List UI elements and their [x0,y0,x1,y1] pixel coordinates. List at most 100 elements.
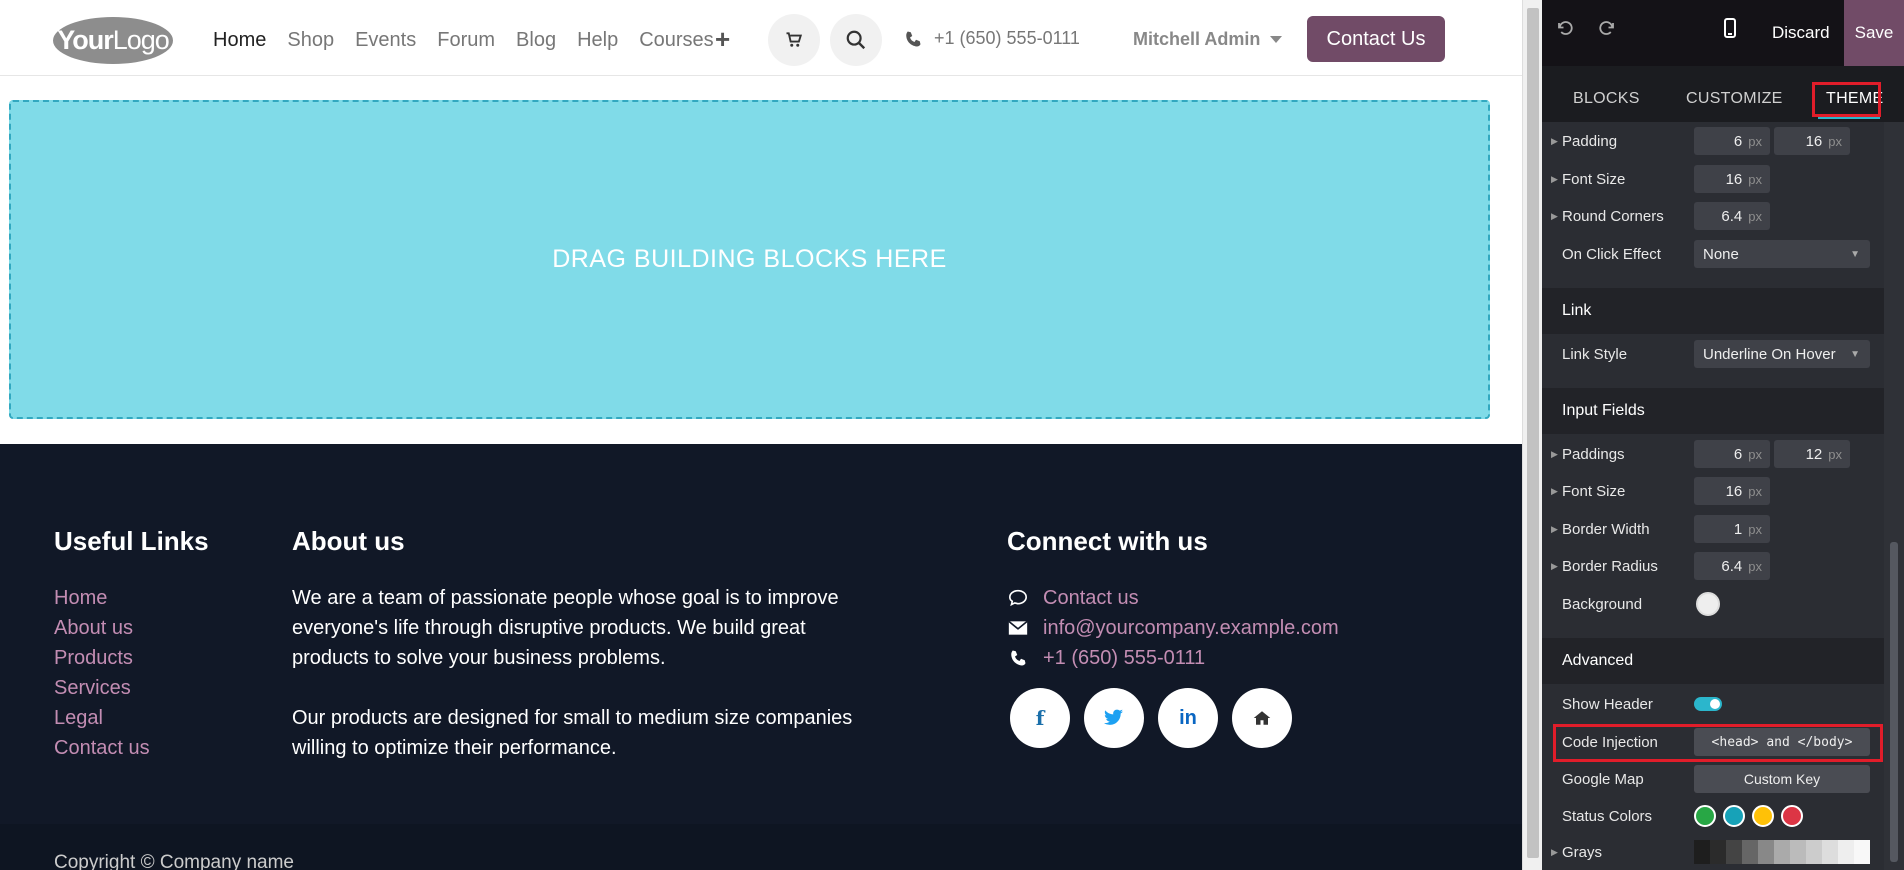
font-size-input[interactable]: 16 px [1694,165,1770,193]
border-width-row: ▶ Border Width 1 px [1542,511,1884,547]
link-section-title: Link [1562,302,1592,319]
on-click-effect-select[interactable]: None ▼ [1694,240,1870,268]
connect-title: Connect with us [1007,526,1208,556]
site-scrollbar[interactable] [1522,0,1542,870]
tab-customize[interactable]: CUSTOMIZE [1686,90,1783,108]
nav-help[interactable]: Help [577,28,618,52]
redo-button[interactable] [1598,20,1616,44]
comment-icon [1008,589,1028,607]
redo-icon [1599,21,1614,35]
connect-phone-link[interactable]: +1 (650) 555-0111 [1043,643,1205,673]
link-style-select[interactable]: Underline On Hover ▼ [1694,340,1870,368]
code-injection-highlight [1553,724,1883,762]
facebook-button[interactable]: f [1010,688,1070,748]
nav-events[interactable]: Events [355,28,416,52]
phone-icon [906,31,921,46]
input-font-size-input[interactable]: 16 px [1694,477,1770,505]
paddings-y-input[interactable]: 6 px [1694,440,1770,468]
mobile-icon [1724,18,1736,38]
footer-link-about[interactable]: About us [54,613,209,643]
save-button[interactable]: Save [1844,0,1904,66]
paddings-label: Paddings [1562,445,1625,463]
connect-phone-row[interactable]: +1 (650) 555-0111 [1007,643,1339,673]
link-style-value: Underline On Hover [1703,345,1836,363]
header-phone[interactable]: +1 (650) 555-0111 [904,28,1080,49]
social-buttons: f in [1010,688,1292,748]
google-map-custom-key-button[interactable]: Custom Key [1694,765,1870,793]
cart-button[interactable] [768,14,820,66]
gray-swatch[interactable] [1806,840,1822,864]
contact-us-button[interactable]: Contact Us [1307,16,1445,62]
paddings-y-unit: px [1748,446,1762,462]
paddings-x-input[interactable]: 12 px [1774,440,1850,468]
panel-scrollbar[interactable] [1884,122,1904,870]
linkedin-button[interactable]: in [1158,688,1218,748]
home-button[interactable] [1232,688,1292,748]
twitter-button[interactable] [1084,688,1144,748]
on-click-effect-row: On Click Effect None ▼ [1542,236,1884,272]
connect-email-link[interactable]: info@yourcompany.example.com [1043,613,1339,643]
gray-swatch[interactable] [1694,840,1710,864]
font-size-unit: px [1748,171,1762,187]
footer-link-contact[interactable]: Contact us [54,733,209,763]
gray-swatch[interactable] [1758,840,1774,864]
mobile-preview-button[interactable] [1724,18,1736,43]
gray-swatch[interactable] [1838,840,1854,864]
search-button[interactable] [830,14,882,66]
gray-swatch[interactable] [1710,840,1726,864]
gray-swatch[interactable] [1822,840,1838,864]
site-scrollbar-thumb[interactable] [1527,8,1539,858]
padding-x-input[interactable]: 16 px [1774,127,1850,155]
padding-x-unit: px [1828,133,1842,149]
undo-icon [1558,21,1573,35]
gray-swatch[interactable] [1726,840,1742,864]
grays-row: ▶ Grays [1542,834,1884,870]
user-menu[interactable]: Mitchell Admin [1133,29,1283,50]
undo-button[interactable] [1556,20,1574,44]
gray-swatch[interactable] [1774,840,1790,864]
facebook-icon: f [1035,706,1045,730]
nav-shop[interactable]: Shop [287,28,334,52]
google-map-label: Google Map [1562,770,1644,788]
status-color-swatch[interactable] [1694,805,1716,827]
add-menu-item-button[interactable]: + [715,25,730,53]
gray-swatch[interactable] [1742,840,1758,864]
site-logo[interactable]: YourLogo [53,17,173,64]
footer-link-products[interactable]: Products [54,643,209,673]
grays-label: Grays [1562,843,1603,861]
paddings-x-unit: px [1828,446,1842,462]
gray-swatch[interactable] [1790,840,1806,864]
footer-link-home[interactable]: Home [54,583,209,613]
link-section-header: Link [1542,288,1884,334]
site-footer: Useful Links Home About us Products Serv… [0,444,1522,870]
input-font-size-value: 16 [1725,482,1743,500]
status-color-swatch[interactable] [1723,805,1745,827]
show-header-toggle[interactable] [1694,697,1722,711]
border-width-input[interactable]: 1 px [1694,515,1770,543]
editor-panel: Discard Save BLOCKS CUSTOMIZE THEME ▶ Pa… [1542,0,1904,870]
border-width-value: 1 [1733,520,1743,538]
font-size-row: ▶ Font Size 16 px [1542,161,1884,197]
status-color-swatch[interactable] [1752,805,1774,827]
tab-blocks[interactable]: BLOCKS [1573,90,1640,108]
status-color-swatch[interactable] [1781,805,1803,827]
nav-home[interactable]: Home [213,28,266,52]
connect-contact-row[interactable]: Contact us [1007,583,1339,613]
border-radius-input[interactable]: 6.4 px [1694,552,1770,580]
footer-link-legal[interactable]: Legal [54,703,209,733]
drop-zone[interactable]: DRAG BUILDING BLOCKS HERE [9,100,1490,419]
connect-contact-link[interactable]: Contact us [1043,583,1139,613]
nav-forum[interactable]: Forum [437,28,495,52]
round-corners-input[interactable]: 6.4 px [1694,202,1770,230]
gray-swatch[interactable] [1854,840,1870,864]
connect-email-row[interactable]: info@yourcompany.example.com [1007,613,1339,643]
nav-blog[interactable]: Blog [516,28,556,52]
nav-courses[interactable]: Courses [639,28,713,52]
theme-tab-highlight [1812,82,1881,117]
background-color-picker[interactable] [1696,592,1720,616]
border-radius-label: Border Radius [1562,557,1658,575]
padding-y-input[interactable]: 6 px [1694,127,1770,155]
panel-scrollbar-thumb[interactable] [1890,542,1898,862]
discard-button[interactable]: Discard [1772,23,1830,43]
footer-link-services[interactable]: Services [54,673,209,703]
